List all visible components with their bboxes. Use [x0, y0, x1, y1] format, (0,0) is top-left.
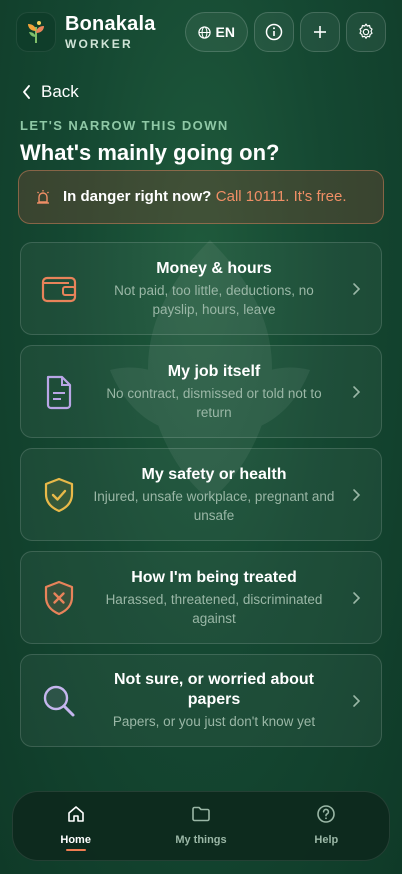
- brand-subtitle: WORKER: [65, 37, 133, 51]
- option-subtitle: Injured, unsafe workplace, pregnant and …: [93, 488, 335, 523]
- chevron-right-icon: [353, 694, 361, 707]
- chevron-right-icon: [353, 282, 361, 295]
- nav-item-my-things[interactable]: My things: [138, 792, 263, 860]
- option-card-job[interactable]: My job itself No contract, dismissed or …: [20, 345, 382, 438]
- logo-icon: [28, 21, 44, 44]
- option-title: Money & hours: [156, 259, 272, 277]
- option-subtitle: Harassed, threatened, discriminated agai…: [105, 591, 323, 626]
- nav-label: Help: [314, 834, 339, 846]
- emergency-call-link[interactable]: Call 10111. It's free.: [216, 188, 347, 205]
- chevron-right-icon: [353, 488, 361, 501]
- option-card-not-sure[interactable]: Not sure, or worried about papers Papers…: [20, 654, 382, 747]
- page-eyebrow: LET'S NARROW THIS DOWN: [20, 118, 229, 133]
- globe-icon: [197, 25, 211, 39]
- home-icon: [67, 806, 84, 822]
- settings-button[interactable]: [346, 12, 386, 52]
- option-card-safety-health[interactable]: My safety or health Injured, unsafe work…: [20, 448, 382, 541]
- danger-banner[interactable]: In danger right now? Call 10111. It's fr…: [18, 170, 384, 224]
- brand-name: Bonakala: [65, 13, 156, 35]
- nav-label: My things: [175, 834, 227, 846]
- info-icon: [265, 23, 283, 41]
- add-button[interactable]: [300, 12, 340, 52]
- nav-label: Home: [60, 834, 91, 846]
- gear-icon: [359, 23, 373, 39]
- app-header: Bonakala WORKER EN: [16, 12, 386, 52]
- option-subtitle: No contract, dismissed or told not to re…: [106, 385, 322, 420]
- danger-text: In danger right now?: [63, 188, 212, 205]
- plus-icon: [314, 26, 326, 38]
- wallet-icon: [41, 276, 77, 302]
- option-title: Not sure, or worried about papers: [113, 671, 314, 708]
- alarm-icon: [37, 190, 49, 204]
- shield-x-icon: [44, 580, 74, 615]
- chevron-left-icon: [23, 85, 30, 99]
- bottom-nav: Home My things Help: [12, 791, 390, 861]
- info-button[interactable]: [254, 12, 294, 52]
- language-label: EN: [215, 24, 235, 40]
- nav-item-home[interactable]: Home: [13, 792, 138, 860]
- option-card-money-hours[interactable]: Money & hours Not paid, too little, dedu…: [20, 242, 382, 335]
- option-title: My job itself: [167, 362, 261, 380]
- chevron-right-icon: [353, 385, 361, 398]
- shield-check-icon: [44, 477, 74, 512]
- option-title: How I'm being treated: [131, 568, 297, 586]
- nav-active-indicator: [65, 849, 86, 851]
- option-card-treatment[interactable]: How I'm being treated Harassed, threaten…: [20, 551, 382, 644]
- option-subtitle: Not paid, too little, deductions, no pay…: [114, 282, 314, 317]
- nav-item-help[interactable]: Help: [264, 792, 389, 860]
- document-icon: [46, 375, 72, 409]
- folder-icon: [192, 806, 210, 822]
- back-button[interactable]: Back: [22, 82, 79, 102]
- language-button[interactable]: EN: [184, 12, 248, 52]
- chevron-right-icon: [353, 591, 361, 604]
- page-title: What's mainly going on?: [20, 140, 280, 165]
- back-label: Back: [41, 82, 79, 101]
- option-subtitle: Papers, or you just don't know yet: [112, 714, 316, 729]
- option-title: My safety or health: [141, 465, 287, 483]
- app-logo: [16, 12, 56, 52]
- search-icon: [43, 685, 75, 716]
- help-icon: [317, 805, 336, 823]
